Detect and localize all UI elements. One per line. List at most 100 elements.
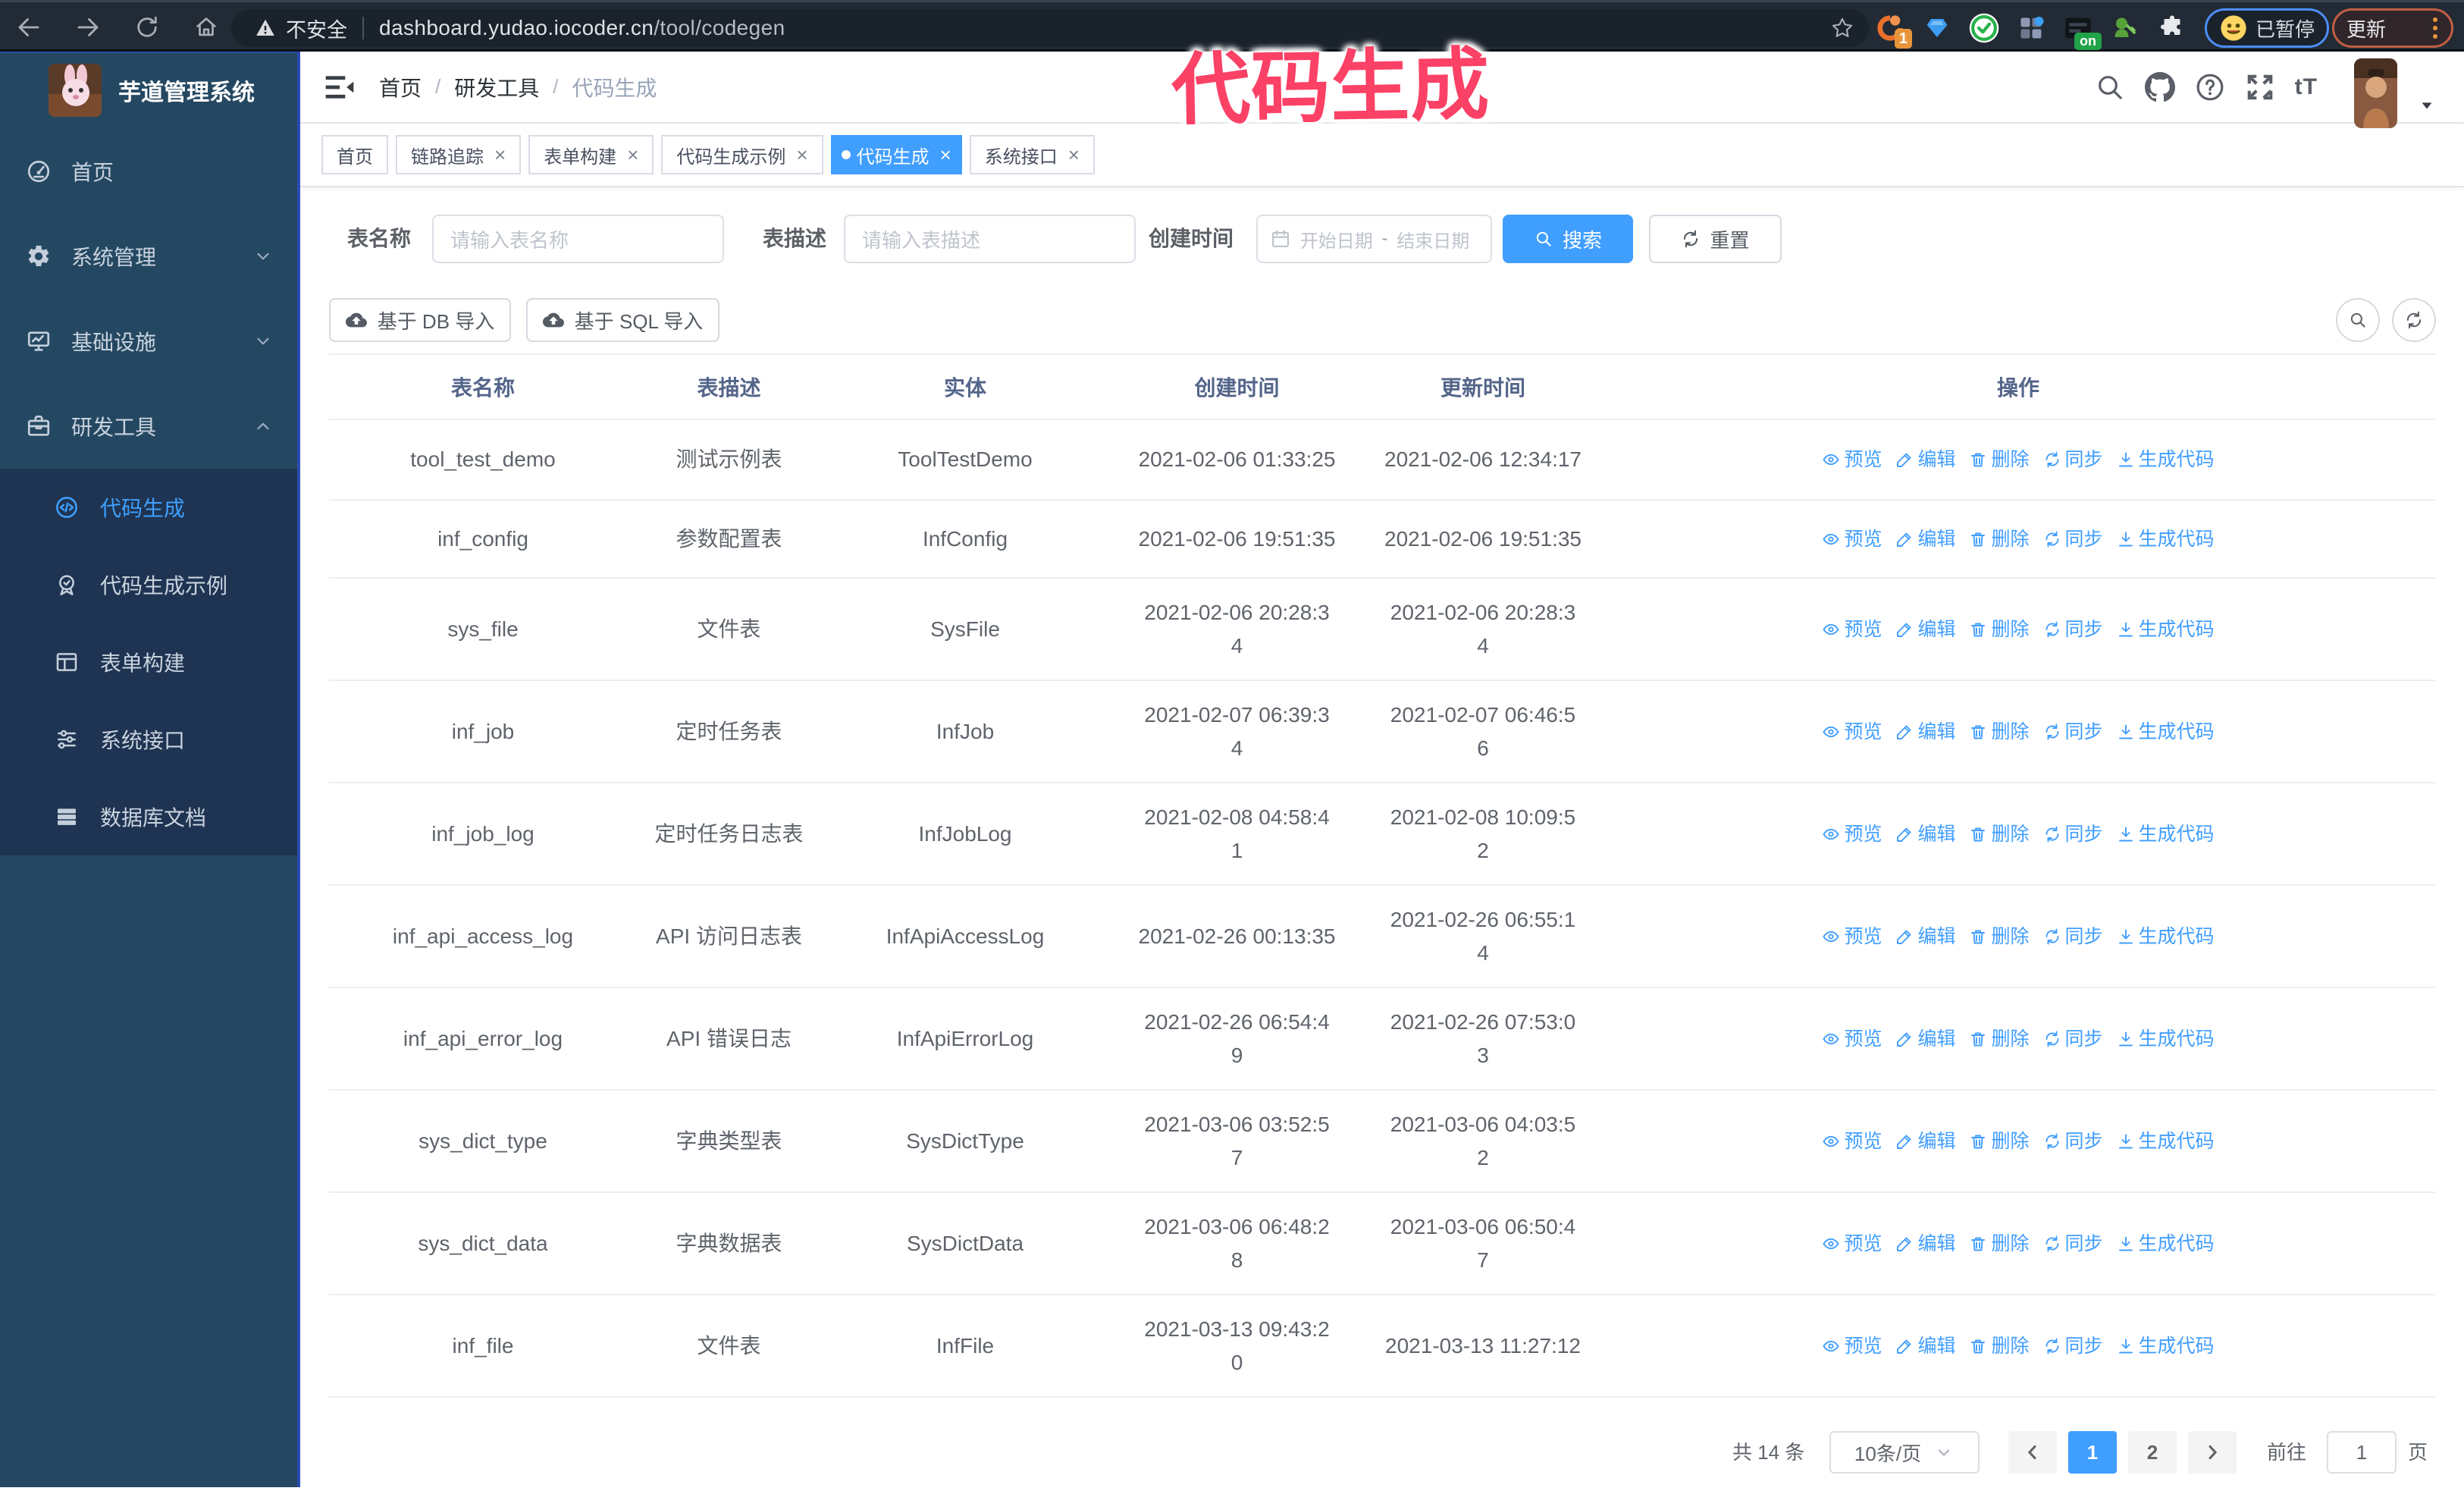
- font-size-icon[interactable]: tT: [2295, 74, 2318, 100]
- op-generate-link[interactable]: 生成代码: [2117, 1125, 2215, 1158]
- page-size-select[interactable]: 10条/页: [1829, 1431, 1980, 1474]
- sidebar-logo[interactable]: 芋道管理系统: [0, 52, 300, 129]
- op-generate-link[interactable]: 生成代码: [2117, 715, 2215, 749]
- security-chip[interactable]: 不安全: [245, 14, 347, 43]
- extension-grid-icon[interactable]: [2015, 12, 2047, 44]
- browser-reload-button[interactable]: [127, 7, 168, 48]
- goto-page-input[interactable]: 1: [2327, 1431, 2397, 1474]
- date-range-input[interactable]: 开始日期 - 结束日期: [1256, 215, 1492, 263]
- extension-check-icon[interactable]: [1968, 12, 2000, 44]
- op-delete-link[interactable]: 删除: [1969, 1125, 2030, 1158]
- next-page-button[interactable]: [2188, 1431, 2237, 1474]
- page-1-button[interactable]: 1: [2068, 1431, 2117, 1474]
- hamburger-icon[interactable]: [323, 71, 356, 104]
- op-delete-link[interactable]: 删除: [1969, 613, 2030, 646]
- extension-key-icon[interactable]: [2109, 12, 2141, 44]
- op-preview-link[interactable]: 预览: [1822, 443, 1882, 476]
- op-sync-link[interactable]: 同步: [2043, 1125, 2103, 1158]
- user-avatar[interactable]: [2354, 58, 2397, 128]
- op-edit-link[interactable]: 编辑: [1895, 715, 1955, 749]
- sidebar-subitem-form-builder[interactable]: 表单构建: [0, 623, 300, 701]
- op-preview-link[interactable]: 预览: [1822, 715, 1882, 749]
- op-sync-link[interactable]: 同步: [2043, 443, 2103, 476]
- browser-update-button[interactable]: 更新: [2332, 8, 2453, 48]
- header-search-button[interactable]: [2095, 72, 2125, 102]
- import-db-button[interactable]: 基于 DB 导入: [329, 298, 511, 342]
- url-text[interactable]: dashboard.yudao.iocoder.cn/tool/codegen: [379, 16, 785, 40]
- tab-system-api[interactable]: 系统接口 ×: [969, 135, 1095, 174]
- op-sync-link[interactable]: 同步: [2043, 818, 2103, 851]
- op-delete-link[interactable]: 删除: [1969, 523, 2030, 556]
- op-preview-link[interactable]: 预览: [1822, 1227, 1882, 1260]
- op-generate-link[interactable]: 生成代码: [2117, 523, 2215, 556]
- sidebar-item-infra[interactable]: 基础设施: [0, 299, 300, 384]
- op-edit-link[interactable]: 编辑: [1895, 1227, 1955, 1260]
- op-edit-link[interactable]: 编辑: [1895, 1125, 1955, 1158]
- docs-help-button[interactable]: [2195, 72, 2225, 102]
- op-delete-link[interactable]: 删除: [1969, 818, 2030, 851]
- op-delete-link[interactable]: 删除: [1969, 920, 2030, 953]
- op-delete-link[interactable]: 删除: [1969, 1022, 2030, 1056]
- tab-close-icon[interactable]: ×: [940, 145, 951, 165]
- reset-button[interactable]: 重置: [1649, 215, 1782, 263]
- page-2-button[interactable]: 2: [2128, 1431, 2177, 1474]
- profile-paused-chip[interactable]: 已暂停: [2205, 8, 2330, 48]
- bookmark-star-icon[interactable]: [1829, 15, 1855, 41]
- op-preview-link[interactable]: 预览: [1822, 523, 1882, 556]
- browser-home-button[interactable]: [186, 7, 227, 48]
- op-sync-link[interactable]: 同步: [2043, 920, 2103, 953]
- op-delete-link[interactable]: 删除: [1969, 715, 2030, 749]
- sidebar-item-home[interactable]: 首页: [0, 129, 300, 214]
- op-generate-link[interactable]: 生成代码: [2117, 818, 2215, 851]
- op-delete-link[interactable]: 删除: [1969, 443, 2030, 476]
- sidebar-subitem-codegen[interactable]: 代码生成: [0, 469, 300, 546]
- tab-close-icon[interactable]: ×: [796, 145, 807, 165]
- browser-back-button[interactable]: [8, 7, 49, 48]
- browser-forward-button[interactable]: [67, 7, 108, 48]
- op-sync-link[interactable]: 同步: [2043, 715, 2103, 749]
- sidebar-subitem-db-doc[interactable]: 数据库文档: [0, 778, 300, 855]
- op-preview-link[interactable]: 预览: [1822, 1125, 1882, 1158]
- op-preview-link[interactable]: 预览: [1822, 818, 1882, 851]
- op-generate-link[interactable]: 生成代码: [2117, 1329, 2215, 1363]
- op-edit-link[interactable]: 编辑: [1895, 818, 1955, 851]
- tab-form-builder[interactable]: 表单构建 ×: [528, 135, 654, 174]
- op-edit-link[interactable]: 编辑: [1895, 920, 1955, 953]
- op-edit-link[interactable]: 编辑: [1895, 1022, 1955, 1056]
- op-generate-link[interactable]: 生成代码: [2117, 1227, 2215, 1260]
- fullscreen-button[interactable]: [2245, 72, 2275, 102]
- op-generate-link[interactable]: 生成代码: [2117, 920, 2215, 953]
- tab-close-icon[interactable]: ×: [627, 145, 638, 165]
- breadcrumb-devtools[interactable]: 研发工具: [454, 72, 539, 102]
- extension-gem-icon[interactable]: [1921, 12, 1953, 44]
- op-generate-link[interactable]: 生成代码: [2117, 1022, 2215, 1056]
- tab-trace[interactable]: 链路追踪 ×: [396, 135, 522, 174]
- import-sql-button[interactable]: 基于 SQL 导入: [526, 298, 719, 342]
- tab-codegen[interactable]: 代码生成 ×: [830, 135, 962, 174]
- extensions-puzzle-icon[interactable]: [2156, 12, 2188, 44]
- op-delete-link[interactable]: 删除: [1969, 1329, 2030, 1363]
- sidebar-item-system[interactable]: 系统管理: [0, 214, 300, 299]
- op-edit-link[interactable]: 编辑: [1895, 443, 1955, 476]
- op-preview-link[interactable]: 预览: [1822, 1329, 1882, 1363]
- op-edit-link[interactable]: 编辑: [1895, 1329, 1955, 1363]
- op-edit-link[interactable]: 编辑: [1895, 523, 1955, 556]
- sidebar-subitem-codegen-example[interactable]: 代码生成示例: [0, 546, 300, 623]
- op-generate-link[interactable]: 生成代码: [2117, 613, 2215, 646]
- table-name-input[interactable]: 请输入表名称: [432, 215, 724, 263]
- tab-close-icon[interactable]: ×: [494, 145, 506, 165]
- op-sync-link[interactable]: 同步: [2043, 1329, 2103, 1363]
- breadcrumb-home[interactable]: 首页: [379, 72, 422, 102]
- op-sync-link[interactable]: 同步: [2043, 613, 2103, 646]
- tab-close-icon[interactable]: ×: [1068, 145, 1080, 165]
- url-bar[interactable]: 不安全 dashboard.yudao.iocoder.cn/tool/code…: [231, 9, 1869, 47]
- op-sync-link[interactable]: 同步: [2043, 523, 2103, 556]
- op-preview-link[interactable]: 预览: [1822, 1022, 1882, 1056]
- sidebar-subitem-system-api[interactable]: 系统接口: [0, 701, 300, 778]
- tab-home[interactable]: 首页: [321, 135, 388, 174]
- op-preview-link[interactable]: 预览: [1822, 613, 1882, 646]
- tab-codegen-example[interactable]: 代码生成示例 ×: [661, 135, 823, 174]
- search-button[interactable]: 搜索: [1503, 215, 1633, 263]
- extension-orange-icon[interactable]: 1: [1874, 12, 1912, 49]
- op-generate-link[interactable]: 生成代码: [2117, 443, 2215, 476]
